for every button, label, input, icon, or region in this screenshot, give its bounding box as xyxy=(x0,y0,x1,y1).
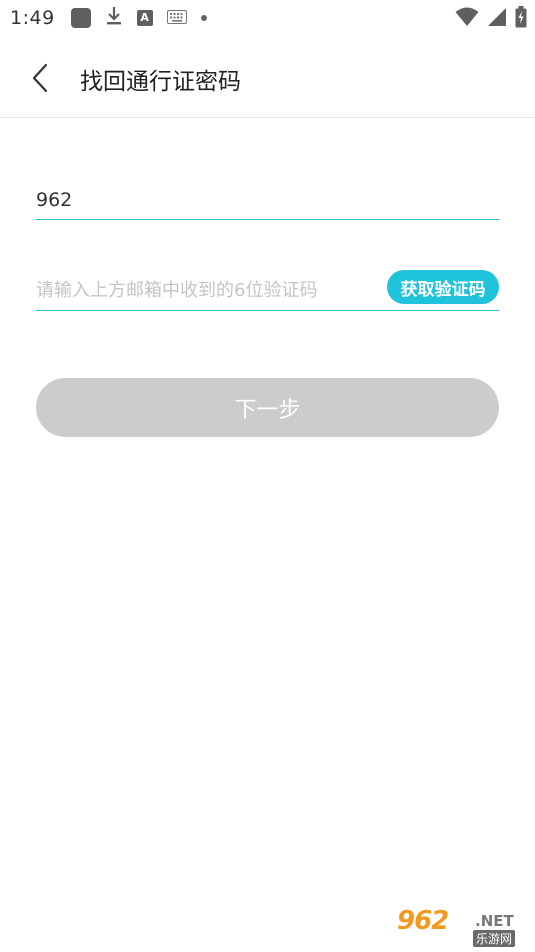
status-time: 1:49 xyxy=(10,7,55,29)
next-step-button[interactable]: 下一步 xyxy=(36,378,499,437)
watermark-net: .NET xyxy=(475,912,514,930)
email-input[interactable] xyxy=(36,180,499,219)
watermark-digits: 962 xyxy=(397,906,449,936)
status-bar: 1:49 A xyxy=(0,0,535,36)
battery-icon xyxy=(515,6,527,28)
keyboard-icon xyxy=(166,9,187,28)
verification-code-container: 获取验证码 xyxy=(36,270,499,311)
watermark-sub: 乐游网 xyxy=(473,930,516,947)
signal-icon xyxy=(488,8,506,26)
font-a-icon: A xyxy=(136,10,153,26)
status-right-icons xyxy=(455,6,527,28)
page-title: 找回通行证密码 xyxy=(80,69,241,95)
get-code-button[interactable]: 获取验证码 xyxy=(387,270,499,304)
email-field-container xyxy=(36,180,499,220)
verification-code-input[interactable] xyxy=(36,270,376,310)
chevron-left-icon xyxy=(32,63,48,93)
wifi-icon xyxy=(455,7,479,26)
dot-icon xyxy=(200,15,207,21)
download-icon xyxy=(105,6,123,30)
app-square-icon xyxy=(70,8,91,28)
back-button[interactable] xyxy=(24,60,56,96)
site-watermark: 962 .NET 乐游网 xyxy=(397,906,527,947)
app-header: 找回通行证密码 xyxy=(0,36,535,118)
